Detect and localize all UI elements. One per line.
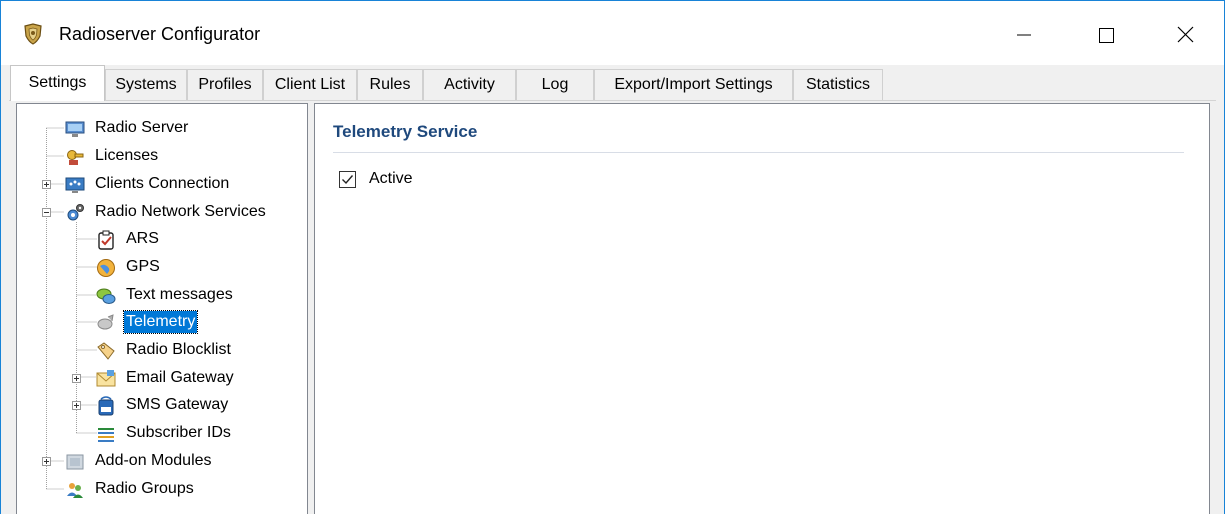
- plus-icon: [74, 376, 79, 381]
- tab-export-import-settings[interactable]: Export/Import Settings: [594, 69, 793, 100]
- tab-profiles[interactable]: Profiles: [187, 69, 263, 100]
- id-list-icon: [98, 428, 114, 442]
- key-icon: [67, 150, 84, 165]
- checkmark-icon: [342, 175, 354, 185]
- expand-addon-modules[interactable]: [42, 457, 51, 466]
- tab-rules[interactable]: Rules: [357, 69, 423, 100]
- expand-sms-gateway[interactable]: [72, 401, 81, 410]
- envelope-icon: [96, 370, 116, 387]
- main-window: Radioserver Configurator Settings System…: [0, 0, 1225, 514]
- settings-tree[interactable]: Radio Server Licenses Clients Connection: [16, 103, 308, 514]
- plus-icon: [74, 403, 79, 408]
- plus-icon: [44, 182, 49, 187]
- gears-icon: [67, 204, 84, 221]
- section-divider: [333, 152, 1184, 153]
- minimize-icon[interactable]: [1004, 15, 1044, 55]
- user-group-icon: [67, 483, 83, 498]
- window-title: Radioserver Configurator: [59, 24, 261, 44]
- expand-email-gateway[interactable]: [72, 374, 81, 383]
- tab-systems[interactable]: Systems: [105, 69, 187, 100]
- expand-clients-connection[interactable]: [42, 180, 51, 189]
- content-panel: Telemetry Service Active: [314, 103, 1210, 514]
- tab-divider: [9, 100, 1216, 101]
- active-checkbox[interactable]: [339, 171, 356, 188]
- network-monitor-icon: [65, 177, 85, 193]
- plus-icon: [44, 459, 49, 464]
- tag-icon: [97, 342, 115, 360]
- tab-client-list[interactable]: Client List: [263, 69, 357, 100]
- sms-phone-icon: [98, 396, 114, 416]
- minus-icon: [44, 212, 49, 213]
- close-icon[interactable]: [1166, 15, 1206, 55]
- maximize-icon[interactable]: [1086, 15, 1126, 55]
- title-bar[interactable]: Radioserver Configurator: [1, 1, 1224, 65]
- module-icon: [66, 454, 84, 470]
- telemetry-icon: [97, 314, 114, 330]
- collapse-radio-network-services[interactable]: [42, 208, 51, 217]
- tab-log[interactable]: Log: [516, 69, 594, 100]
- tab-activity[interactable]: Activity: [423, 69, 516, 100]
- section-title: Telemetry Service: [333, 122, 478, 141]
- server-monitor-icon: [65, 121, 85, 137]
- tab-settings[interactable]: Settings: [10, 65, 105, 101]
- app-shield-icon: [24, 23, 42, 45]
- chat-bubbles-icon: [96, 288, 116, 304]
- active-label[interactable]: Active: [369, 170, 413, 188]
- tab-statistics[interactable]: Statistics: [793, 69, 883, 100]
- clipboard-check-icon: [98, 230, 114, 250]
- globe-icon: [97, 259, 115, 277]
